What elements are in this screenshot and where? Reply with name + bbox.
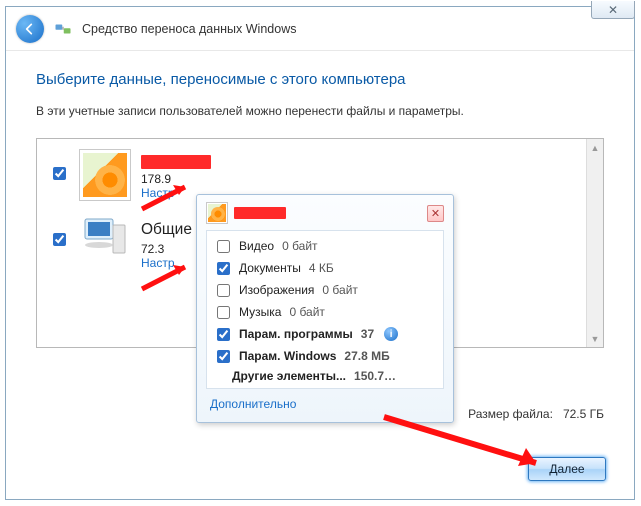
category-value: 0 байт bbox=[289, 305, 324, 319]
popup-category-row: Другие элементы... 150.7… bbox=[211, 367, 439, 384]
category-label: Парам. программы bbox=[239, 327, 353, 341]
user-avatar bbox=[79, 149, 131, 201]
category-label: Документы bbox=[239, 261, 301, 275]
details-popup: ✕ Видео 0 байт Документы 4 КБ Изображения 0 б… bbox=[196, 194, 454, 423]
popup-advanced-link[interactable]: Дополнительно bbox=[206, 389, 444, 413]
category-checkbox[interactable] bbox=[217, 262, 230, 275]
filesize-value: 72.5 ГБ bbox=[563, 407, 604, 421]
popup-username-redacted bbox=[234, 207, 286, 219]
popup-category-row: Видео 0 байт bbox=[211, 235, 439, 257]
customize-link[interactable]: Настр bbox=[141, 256, 175, 270]
arrow-left-icon bbox=[22, 21, 38, 37]
shared-avatar bbox=[79, 215, 131, 261]
category-checkbox[interactable] bbox=[217, 240, 230, 253]
page-heading: Выберите данные, переносимые с этого ком… bbox=[36, 71, 604, 88]
category-label: Видео bbox=[239, 239, 274, 253]
popup-category-row: Музыка 0 байт bbox=[211, 301, 439, 323]
scroll-down-button[interactable]: ▼ bbox=[587, 330, 603, 347]
category-value: 4 КБ bbox=[309, 261, 334, 275]
scrollbar[interactable]: ▲ ▼ bbox=[586, 139, 603, 347]
scroll-up-button[interactable]: ▲ bbox=[587, 139, 603, 156]
popup-avatar bbox=[206, 202, 228, 224]
popup-header: ✕ bbox=[206, 202, 444, 224]
customize-link[interactable]: Настр bbox=[141, 186, 175, 200]
account-checkbox[interactable] bbox=[53, 233, 66, 246]
category-label: Парам. Windows bbox=[239, 349, 336, 363]
close-icon: ✕ bbox=[431, 207, 440, 220]
category-value: 0 байт bbox=[322, 283, 357, 297]
category-value: 27.8 МБ bbox=[344, 349, 389, 363]
header: Средство переноса данных Windows bbox=[6, 7, 634, 51]
back-button[interactable] bbox=[16, 15, 44, 43]
next-button[interactable]: Далее bbox=[528, 457, 606, 481]
info-icon[interactable]: i bbox=[384, 327, 398, 341]
category-value: 150.7… bbox=[354, 369, 396, 383]
popup-category-row: Парам. Windows 27.8 МБ bbox=[211, 345, 439, 367]
category-checkbox[interactable] bbox=[217, 328, 230, 341]
account-size: 178.9 bbox=[141, 172, 591, 186]
category-label: Музыка bbox=[239, 305, 281, 319]
filesize-label: Размер файла: bbox=[468, 407, 553, 421]
account-checkbox[interactable] bbox=[53, 167, 66, 180]
popup-category-row: Документы 4 КБ bbox=[211, 257, 439, 279]
account-details: 178.9 Настр bbox=[141, 149, 591, 200]
category-label: Другие элементы... bbox=[232, 369, 346, 383]
category-checkbox[interactable] bbox=[217, 306, 230, 319]
page-subtext: В эти учетные записи пользователей можно… bbox=[36, 104, 604, 118]
scroll-track[interactable] bbox=[587, 156, 603, 330]
category-label: Изображения bbox=[239, 283, 314, 297]
popup-category-list: Видео 0 байт Документы 4 КБ Изображения 0 бай… bbox=[206, 230, 444, 389]
popup-close-button[interactable]: ✕ bbox=[427, 205, 444, 222]
window-title: Средство переноса данных Windows bbox=[82, 22, 296, 36]
app-icon bbox=[54, 20, 72, 38]
popup-category-row: Изображения 0 байт bbox=[211, 279, 439, 301]
category-checkbox[interactable] bbox=[217, 284, 230, 297]
category-value: 0 байт bbox=[282, 239, 317, 253]
category-value: 37 bbox=[361, 327, 374, 341]
category-checkbox[interactable] bbox=[217, 350, 230, 363]
popup-category-row: Парам. программы 37 i bbox=[211, 323, 439, 345]
account-name-redacted bbox=[141, 155, 211, 169]
